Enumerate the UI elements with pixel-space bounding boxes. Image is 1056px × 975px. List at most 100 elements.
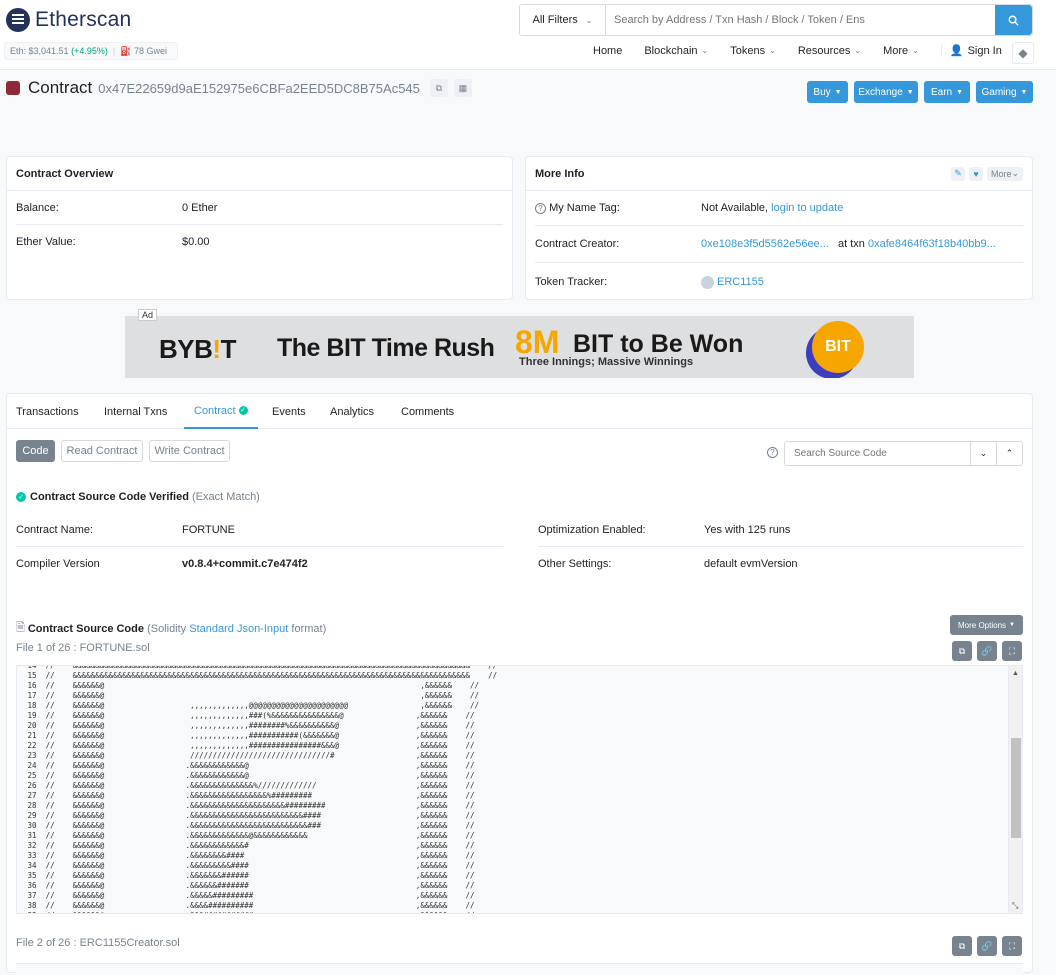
- eth-price-change: (+4.95%): [71, 46, 108, 56]
- chevron-up-icon[interactable]: ⌃: [996, 442, 1022, 465]
- more-info-header: More Info ✎ ♥ More ⌄: [526, 157, 1032, 191]
- fullscreen-icon[interactable]: ⛶: [1002, 641, 1022, 661]
- tab-bar: Transactions Internal Txns Contract ✓ Eve…: [7, 394, 1032, 429]
- caret-down-icon: ▼: [1009, 622, 1015, 628]
- tab-analytics[interactable]: Analytics: [330, 394, 374, 429]
- scrollbar-thumb[interactable]: [1011, 738, 1021, 838]
- chevron-down-icon: ⌄: [585, 15, 593, 25]
- creator-address-link[interactable]: 0xe108e3f5d5562e56ee...: [701, 238, 829, 250]
- contract-name-value: FORTUNE: [182, 523, 235, 536]
- chevron-down-icon[interactable]: ⌄: [970, 442, 996, 465]
- user-icon: 👤: [949, 45, 964, 57]
- gas-price[interactable]: 78 Gwei: [134, 46, 167, 56]
- ad-label: Ad: [138, 309, 158, 321]
- more-options-label: More Options: [958, 620, 1007, 630]
- link-icon[interactable]: 🔗: [977, 641, 997, 661]
- gas-icon: ⛽: [120, 46, 132, 56]
- contract-address: 0x47E22659d9aE152975e6CBFa2EED5DC8B75Ac5…: [98, 80, 420, 96]
- tab-comments[interactable]: Comments: [401, 394, 454, 429]
- bybit-logo: BYB!T: [159, 334, 236, 365]
- other-settings-label: Other Settings:: [538, 558, 612, 570]
- token-tracker-link[interactable]: ERC1155: [717, 276, 764, 288]
- help-icon[interactable]: ?: [535, 203, 546, 214]
- more-options-button[interactable]: More Options ▼: [950, 615, 1023, 635]
- chevron-down-icon: ⌄: [854, 46, 862, 55]
- edit-icon[interactable]: ✎: [951, 166, 965, 181]
- nav-resources[interactable]: Resources ⌄: [798, 45, 861, 57]
- search-bar: All Filters ⌄: [519, 4, 1033, 36]
- buy-label: Buy: [813, 86, 831, 98]
- ether-value: $0.00: [182, 236, 210, 248]
- name-tag-label: My Name Tag:: [549, 202, 620, 214]
- write-contract-button[interactable]: Write Contract: [149, 440, 230, 462]
- site-header: Etherscan Eth: $3,041.51 (+4.95%) | ⛽ 78…: [0, 0, 1056, 70]
- exchange-button[interactable]: Exchange ▼: [854, 81, 918, 103]
- chevron-down-icon: ⌄: [912, 46, 919, 55]
- etherscan-logo[interactable]: Etherscan: [6, 8, 131, 32]
- code-scrollbar[interactable]: ▲ ⤡: [1008, 666, 1022, 913]
- standard-json-link[interactable]: Standard Json-Input: [189, 623, 288, 635]
- chevron-down-icon: ⌄: [1011, 168, 1020, 178]
- tab-internal-txns[interactable]: Internal Txns: [104, 394, 167, 429]
- creator-txn-link[interactable]: 0xafe8464f63f18b40bb9...: [868, 238, 996, 250]
- sign-in-label: Sign In: [967, 44, 1002, 57]
- tab-contract[interactable]: Contract ✓: [184, 394, 258, 429]
- link-icon[interactable]: 🔗: [977, 936, 997, 956]
- copy-icon[interactable]: ⧉: [952, 936, 972, 956]
- help-icon[interactable]: ?: [767, 447, 778, 458]
- nav-blockchain[interactable]: Blockchain ⌄: [644, 45, 708, 57]
- tab-events[interactable]: Events: [272, 394, 306, 429]
- source-code-editor-2[interactable]: [16, 963, 1023, 975]
- ether-value-row: Ether Value: $0.00: [16, 225, 503, 259]
- code-button[interactable]: Code: [16, 440, 55, 462]
- sign-in-link[interactable]: 👤 Sign In: [940, 44, 1002, 57]
- chevron-down-icon: ⌄: [701, 46, 709, 55]
- contract-creator-row: Contract Creator: 0xe108e3f5d5562e56ee..…: [535, 226, 1023, 263]
- bybit-brand-t: T: [220, 334, 237, 364]
- filter-dropdown[interactable]: All Filters ⌄: [520, 5, 606, 35]
- more-info-card: More Info ✎ ♥ More ⌄ ? My Name Tag: Not A…: [525, 156, 1033, 300]
- qr-code-icon[interactable]: ▦: [453, 79, 472, 97]
- compiler-version-row: Compiler Version v0.8.4+commit.c7e474f2: [16, 547, 503, 581]
- eth-price[interactable]: Eth: $3,041.51: [10, 46, 69, 56]
- copy-icon[interactable]: ⧉: [952, 641, 972, 661]
- fullscreen-icon[interactable]: ⛶: [1002, 936, 1022, 956]
- ethereum-network-icon[interactable]: ◆: [1012, 42, 1034, 64]
- contract-details-card: Transactions Internal Txns Contract ✓ Eve…: [6, 393, 1033, 975]
- gaming-button[interactable]: Gaming ▼: [976, 81, 1033, 103]
- source-code-header: 🗎 Contract Source Code (Solidity Standar…: [16, 619, 326, 638]
- nav-more[interactable]: More ⌄: [883, 45, 919, 57]
- optimization-label: Optimization Enabled:: [538, 523, 646, 536]
- nav-home[interactable]: Home: [593, 45, 622, 57]
- ad-subtext: Three Innings; Massive Winnings: [519, 356, 694, 368]
- exchange-label: Exchange: [858, 86, 903, 98]
- tab-transactions[interactable]: Transactions: [16, 394, 79, 429]
- source-search-input[interactable]: [785, 442, 970, 465]
- optimization-value: Yes with 125 runs: [704, 523, 791, 536]
- buy-button[interactable]: Buy ▼: [807, 81, 848, 103]
- main-nav: Home Blockchain ⌄ Tokens ⌄ Resources ⌄ More…: [590, 44, 1024, 57]
- more-dropdown[interactable]: More ⌄: [987, 166, 1023, 181]
- nav-more-label: More: [883, 44, 909, 57]
- search-button[interactable]: [995, 5, 1032, 35]
- source-paren-close: format): [291, 622, 327, 635]
- search-input[interactable]: [606, 5, 995, 35]
- resize-handle-icon[interactable]: ⤡: [1012, 901, 1018, 911]
- eth-price-bar: Eth: $3,041.51 (+4.95%) | ⛽ 78 Gwei: [4, 42, 178, 60]
- login-to-update-link[interactable]: login to update: [771, 202, 843, 214]
- earn-button[interactable]: Earn ▼: [924, 81, 970, 103]
- scroll-up-arrow-icon[interactable]: ▲: [1012, 670, 1019, 677]
- heart-icon[interactable]: ♥: [969, 166, 983, 181]
- contract-avatar-icon: [6, 81, 20, 95]
- more-info-title: More Info: [535, 167, 585, 180]
- bybit-ad-banner[interactable]: BYB!T The BIT Time Rush 8M BIT to Be Won…: [125, 316, 914, 378]
- bit-coin-badge: BIT: [812, 321, 864, 373]
- nav-tokens[interactable]: Tokens ⌄: [730, 45, 776, 57]
- copy-icon[interactable]: ⧉: [429, 79, 448, 97]
- file-code-icon: 🗎: [16, 622, 25, 634]
- source-code-editor[interactable]: 14 // &&&&&&&&&&&&&&&&&&&&&&&&&&&&&&&&&&…: [16, 665, 1023, 914]
- file-1-label: File 1 of 26 : FORTUNE.sol: [16, 642, 150, 654]
- filter-label: All Filters: [532, 14, 578, 26]
- more-label: More: [990, 168, 1012, 179]
- read-contract-button[interactable]: Read Contract: [61, 440, 143, 462]
